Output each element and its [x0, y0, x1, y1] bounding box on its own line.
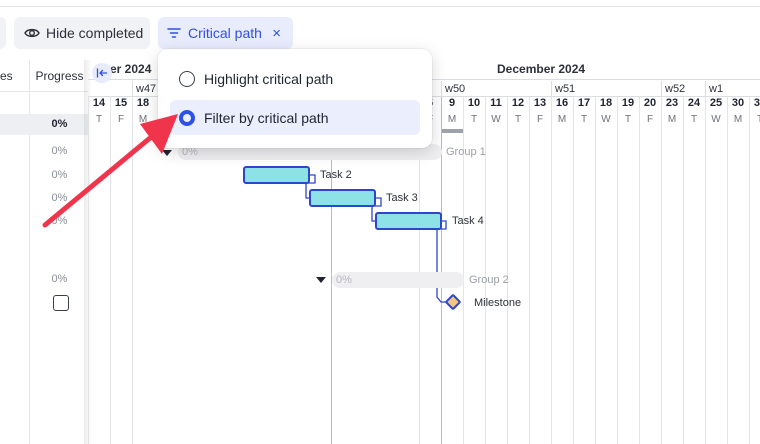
- today-marker: [441, 129, 463, 133]
- menu-option-label: Filter by critical path: [204, 109, 329, 126]
- day-letter: M: [667, 114, 677, 125]
- milestone-complete-checkbox[interactable]: [53, 295, 69, 311]
- month-label: er 2024: [110, 62, 152, 76]
- day-number: 15: [114, 97, 128, 109]
- task-2-bar[interactable]: [243, 166, 310, 184]
- week-label: w51: [551, 81, 661, 97]
- day-gridline: [132, 97, 133, 444]
- menu-option-highlight-critical-path[interactable]: Highlight critical path: [170, 61, 420, 96]
- critical-path-filter-chip[interactable]: Critical path ×: [158, 17, 293, 49]
- day-letter: T: [580, 114, 588, 125]
- milestone-label: Milestone: [474, 297, 522, 309]
- day-gridline: [88, 97, 89, 444]
- menu-option-filter-critical-path[interactable]: Filter by critical path: [170, 100, 420, 135]
- critical-path-chip-label: Critical path: [188, 25, 262, 41]
- day-number: 25: [709, 97, 723, 109]
- day-number: 31: [753, 97, 760, 109]
- day-letter: F: [536, 114, 544, 125]
- day-number: 16: [555, 97, 569, 109]
- day-gridline: [507, 97, 508, 444]
- day-letter: M: [447, 114, 457, 125]
- day-gridline: [727, 97, 728, 444]
- collapse-grid-button[interactable]: [92, 63, 112, 83]
- hide-completed-label: Hide completed: [46, 25, 144, 41]
- day-number: 12: [511, 97, 525, 109]
- week-label: w52: [661, 81, 705, 97]
- day-number: 18: [136, 97, 150, 109]
- day-letter: W: [711, 114, 721, 125]
- day-number: 19: [621, 97, 635, 109]
- task-4-bar[interactable]: [375, 212, 442, 230]
- day-letter: T: [624, 114, 632, 125]
- radio-checked-icon[interactable]: [179, 109, 195, 126]
- expand-group-2-icon[interactable]: [316, 277, 326, 283]
- day-letter: F: [646, 114, 654, 125]
- group-1-label: Group 1: [446, 146, 486, 158]
- day-gridline: [617, 97, 618, 444]
- day-letter: F: [117, 114, 125, 125]
- top-divider: [0, 0, 760, 7]
- filter-icon: [167, 26, 181, 40]
- day-gridline: [529, 97, 530, 444]
- day-number: 17: [577, 97, 591, 109]
- day-number: 23: [665, 97, 679, 109]
- expand-group-1-icon[interactable]: [162, 150, 172, 156]
- day-gridline: [705, 97, 706, 444]
- close-icon[interactable]: ×: [272, 26, 281, 41]
- day-letter: W: [601, 114, 611, 125]
- day-gridline: [661, 97, 662, 444]
- week-label: w50: [441, 81, 551, 97]
- task-grid: es Progress 0% 0% 0% 0% 0% 0%: [0, 60, 88, 444]
- grid-column-header-progress[interactable]: Progress: [31, 60, 88, 91]
- day-number: 24: [687, 97, 701, 109]
- day-number: 9: [448, 97, 456, 109]
- progress-cell: 0%: [51, 145, 68, 157]
- progress-cell: 0%: [51, 118, 68, 130]
- day-gridline: [595, 97, 596, 444]
- day-number: 13: [533, 97, 547, 109]
- day-letter: M: [733, 114, 743, 125]
- progress-cell: 0%: [51, 273, 68, 285]
- day-letter: T: [470, 114, 478, 125]
- day-letter: T: [95, 114, 103, 125]
- menu-option-label: Highlight critical path: [204, 70, 334, 87]
- month-label: December 2024: [497, 62, 586, 76]
- task-4-label: Task 4: [452, 215, 484, 227]
- day-number: 20: [643, 97, 657, 109]
- eye-icon: [24, 25, 40, 41]
- radio-unchecked-icon[interactable]: [179, 70, 195, 87]
- task-2-label: Task 2: [320, 169, 352, 181]
- day-letter: M: [138, 114, 148, 125]
- day-gridline: [749, 97, 750, 444]
- critical-path-menu: Highlight critical path Filter by critic…: [158, 49, 432, 148]
- day-letter: T: [514, 114, 522, 125]
- day-gridline: [683, 97, 684, 444]
- group-2-label: Group 2: [469, 274, 509, 286]
- day-number: 18: [599, 97, 613, 109]
- day-letter: M: [557, 114, 567, 125]
- progress-cell: 0%: [51, 169, 68, 181]
- task-3-bar[interactable]: [309, 189, 376, 207]
- day-gridline: [110, 97, 111, 444]
- week-label: w1: [705, 81, 749, 97]
- progress-cell: 0%: [51, 215, 68, 227]
- day-letter: T: [756, 114, 760, 125]
- collapse-arrow-icon: [96, 68, 108, 78]
- day-letter: W: [491, 114, 501, 125]
- hide-completed-button[interactable]: Hide completed: [14, 17, 150, 49]
- toolbar-button-partial[interactable]: [0, 17, 6, 49]
- day-gridline: [551, 97, 552, 444]
- day-gridline: [573, 97, 574, 444]
- day-gridline: [639, 97, 640, 444]
- task-3-label: Task 3: [386, 192, 418, 204]
- day-number: 30: [731, 97, 745, 109]
- group-2-bar[interactable]: 0%: [332, 272, 464, 288]
- day-number: 10: [467, 97, 481, 109]
- day-letter: T: [690, 114, 698, 125]
- day-number: 14: [92, 97, 106, 109]
- day-number: 11: [490, 97, 502, 109]
- grid-header-divider: [0, 91, 88, 92]
- progress-cell: 0%: [51, 192, 68, 204]
